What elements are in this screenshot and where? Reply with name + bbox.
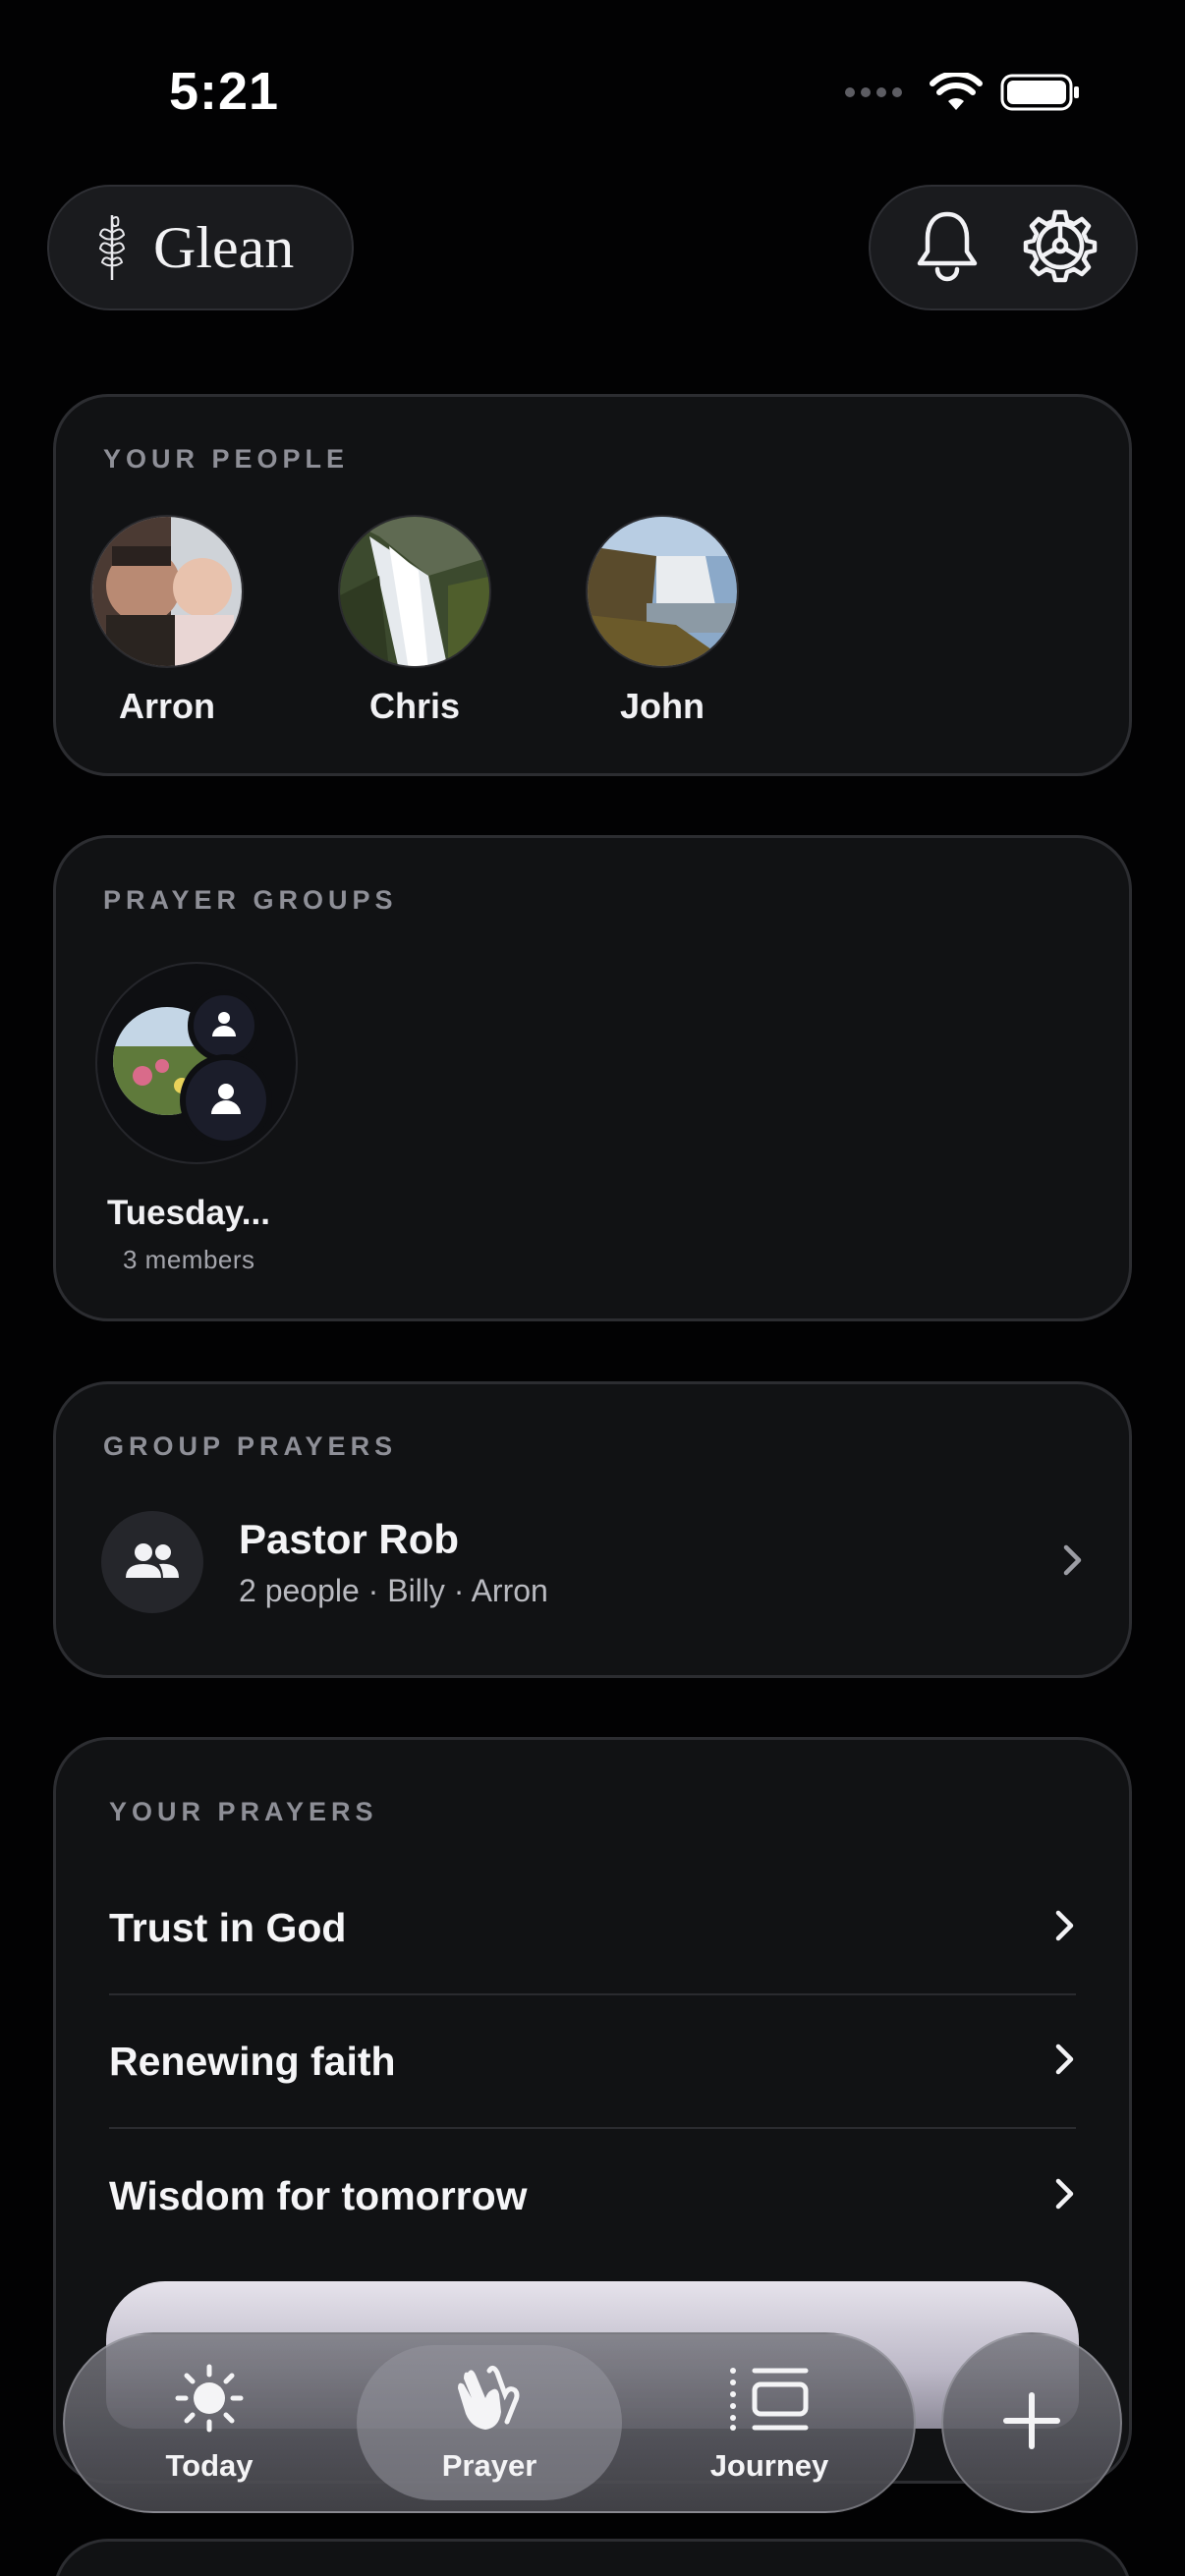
prayer-label: Trust in God	[109, 1904, 347, 1950]
prayer-list: Trust in God Renewing faith Wisdom for t…	[109, 1862, 1076, 2263]
member-placeholder-avatar	[188, 989, 260, 1062]
wifi-icon	[930, 73, 983, 112]
next-section-card	[53, 2539, 1132, 2576]
section-title: GROUP PRAYERS	[103, 1431, 398, 1461]
avatar	[586, 515, 739, 668]
prayer-label: Renewing faith	[109, 2038, 396, 2084]
header-actions	[869, 185, 1138, 310]
avatar	[338, 515, 491, 668]
add-button[interactable]	[941, 2332, 1122, 2513]
tab-prayer[interactable]: Prayer	[357, 2345, 622, 2500]
person-chris[interactable]: Chris	[331, 515, 498, 727]
person-icon	[211, 1083, 241, 1119]
group-member-count: 3 members	[123, 1245, 255, 1274]
group-name[interactable]: Tuesday...	[107, 1194, 270, 1233]
people-icon	[101, 1511, 203, 1613]
section-title: YOUR PEOPLE	[103, 444, 350, 474]
group-prayers-card: GROUP PRAYERS Pastor Rob 2 people · Bill…	[53, 1381, 1132, 1678]
praying-hands-icon	[450, 2363, 529, 2438]
app-name: Glean	[153, 214, 295, 280]
app-logo[interactable]: Glean	[47, 185, 354, 310]
tab-bar: Today Prayer Journey	[63, 2332, 916, 2513]
prayer-item[interactable]: Trust in God	[109, 1862, 1076, 1995]
gear-icon	[1023, 208, 1098, 288]
prayer-groups-card: PRAYER GROUPS Tuesday... 3 members	[53, 835, 1132, 1321]
status-time: 5:21	[169, 62, 280, 121]
person-name: Arron	[119, 686, 215, 726]
chevron-right-icon	[1054, 2177, 1076, 2215]
chevron-right-icon	[1062, 1543, 1084, 1582]
your-people-card: YOUR PEOPLE Arron Chris John	[53, 394, 1132, 776]
chevron-right-icon	[1054, 1909, 1076, 1947]
person-john[interactable]: John	[579, 515, 746, 727]
timeline-icon	[725, 2363, 814, 2438]
chevron-right-icon	[1054, 2043, 1076, 2081]
section-title: PRAYER GROUPS	[103, 885, 398, 915]
sun-icon	[170, 2363, 249, 2438]
section-title: YOUR PRAYERS	[109, 1797, 378, 1826]
plus-icon	[1002, 2391, 1061, 2455]
tab-today[interactable]: Today	[77, 2345, 342, 2500]
tab-label: Journey	[709, 2447, 829, 2483]
prayer-item[interactable]: Wisdom for tomorrow	[109, 2129, 1076, 2263]
notifications-button[interactable]	[908, 208, 987, 287]
person-name: John	[620, 686, 705, 726]
tab-journey[interactable]: Journey	[637, 2345, 902, 2500]
settings-button[interactable]	[1021, 208, 1100, 287]
person-icon	[212, 1011, 236, 1041]
status-indicators	[845, 73, 1081, 112]
prayer-item[interactable]: Renewing faith	[109, 1995, 1076, 2129]
tab-label: Today	[165, 2447, 254, 2483]
prayer-label: Wisdom for tomorrow	[109, 2172, 528, 2218]
person-name: Chris	[368, 686, 461, 726]
group-prayer-row[interactable]: Pastor Rob 2 people · Billy · Arron	[101, 1510, 1084, 1614]
avatar	[90, 515, 244, 668]
bell-icon	[914, 208, 981, 288]
battery-icon	[1000, 73, 1081, 112]
cellular-signal-icon	[845, 87, 902, 97]
member-placeholder-avatar	[180, 1054, 272, 1147]
wheat-icon	[92, 209, 132, 287]
person-arron[interactable]: Arron	[84, 515, 251, 727]
group-avatar-cluster[interactable]	[95, 962, 298, 1164]
tab-label: Prayer	[441, 2447, 537, 2483]
group-prayer-title: Pastor Rob	[239, 1515, 460, 1562]
group-prayer-subtitle: 2 people · Billy · Arron	[239, 1572, 548, 1608]
